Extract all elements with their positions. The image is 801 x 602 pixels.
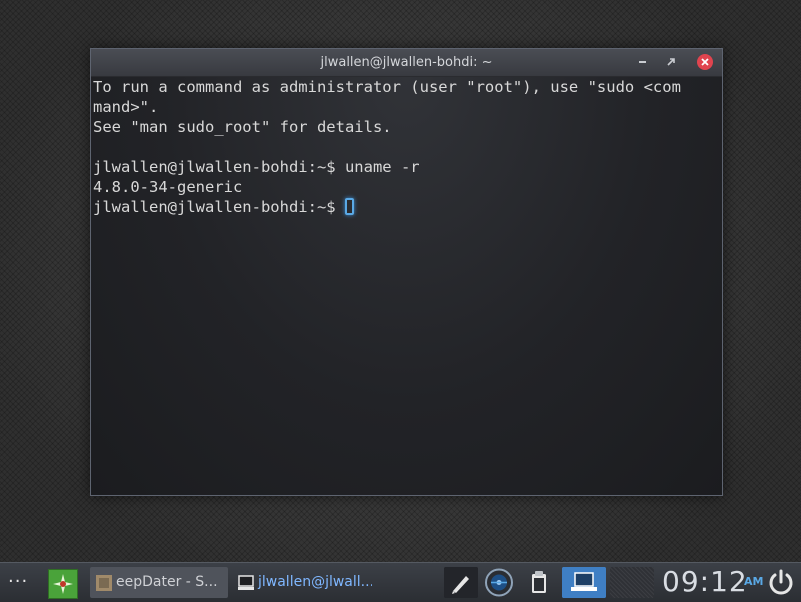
pen-tool-icon[interactable] [444, 567, 478, 598]
terminal-window[interactable]: jlwallen@jlwallen-bohdi: ~ To run a comm… [90, 48, 723, 496]
window-titlebar[interactable]: jlwallen@jlwallen-bohdi: ~ [91, 49, 722, 77]
window-title: jlwallen@jlwallen-bohdi: ~ [320, 55, 493, 70]
maximize-icon[interactable] [662, 53, 680, 71]
terminal-output[interactable]: To run a command as administrator (user … [91, 77, 722, 495]
taskbar-task-label: eepDater - S... [116, 574, 218, 590]
taskbar-task-terminal[interactable]: jlwallen@jlwall... [232, 567, 372, 598]
workspace-2[interactable] [610, 567, 654, 598]
taskbar: ··· eepDater - S... jlwallen@jlwall... 0… [0, 562, 801, 602]
clipboard-icon[interactable] [522, 567, 556, 598]
workspace-1-icon[interactable] [562, 567, 606, 598]
taskbar-task-label: jlwallen@jlwall... [258, 574, 372, 590]
terminal-line: 4.8.0-34-generic [93, 178, 243, 196]
terminal-line: mand>". [93, 98, 159, 116]
network-indicator-icon[interactable] [482, 567, 516, 598]
menu-dots-button[interactable]: ··· [8, 571, 28, 592]
clock-ampm: AM [744, 575, 764, 588]
close-icon[interactable] [696, 53, 714, 71]
power-icon[interactable] [766, 567, 796, 597]
terminal-prompt-line[interactable]: jlwallen@jlwallen-bohdi:~$ [93, 197, 722, 217]
app-launcher-icon[interactable] [48, 569, 78, 599]
taskbar-task-eepdater[interactable]: eepDater - S... [90, 567, 228, 598]
terminal-prompt: jlwallen@jlwallen-bohdi:~$ [93, 198, 345, 216]
eepdater-app-icon [96, 575, 112, 591]
terminal-cursor [344, 198, 354, 215]
clock[interactable]: 09:12 [662, 565, 748, 598]
terminal-line: To run a command as administrator (user … [93, 78, 681, 96]
terminal-line: See "man sudo_root" for details. [93, 118, 392, 136]
terminal-app-icon [238, 575, 254, 590]
minimize-icon[interactable] [634, 53, 652, 71]
terminal-line: jlwallen@jlwallen-bohdi:~$ uname -r [93, 158, 420, 176]
